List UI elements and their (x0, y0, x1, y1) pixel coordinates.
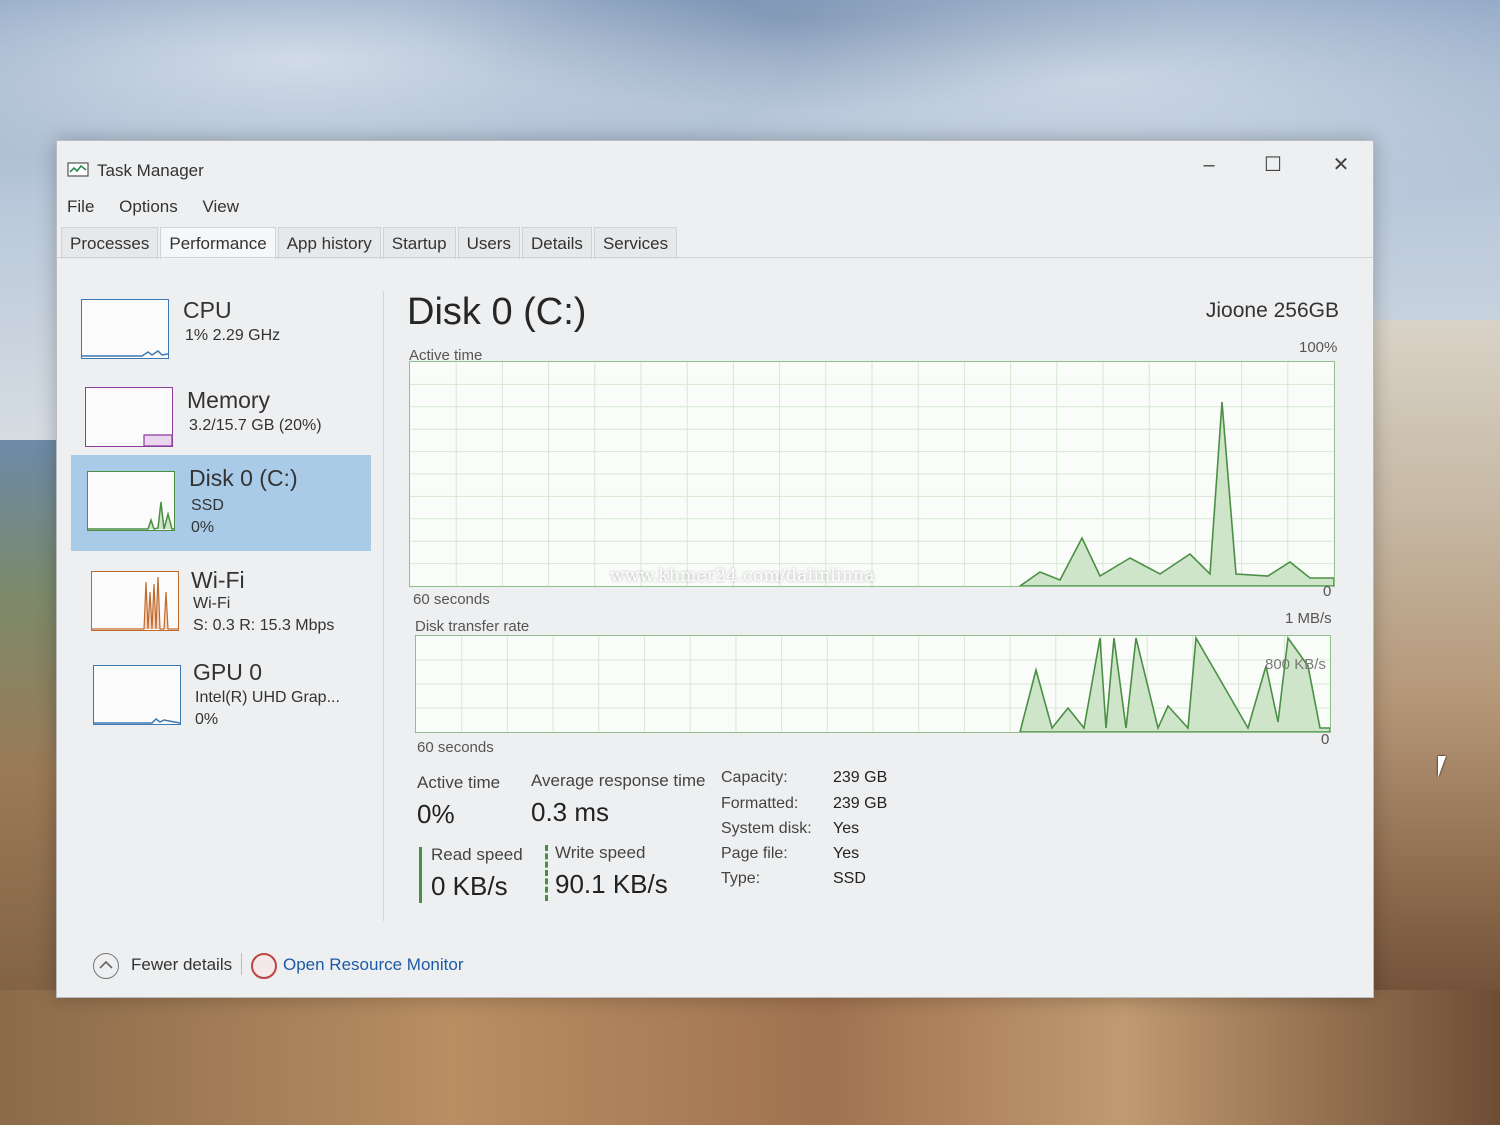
write-speed-indicator (545, 845, 548, 901)
tab-services[interactable]: Services (593, 227, 678, 259)
system-disk-label: System disk: (721, 820, 812, 837)
disk-model: Jioone 256GB (1205, 299, 1339, 322)
chevron-up-icon[interactable] (93, 953, 119, 979)
avg-response-stat-value: 0.3 ms (531, 797, 610, 827)
background-right (1360, 320, 1500, 1020)
resource-monitor-icon[interactable] (251, 953, 277, 979)
sidebar-item-usage: 0% (191, 519, 215, 536)
menu-bar: File Options View (67, 197, 259, 217)
read-speed-value: 0 KB/s (431, 871, 508, 901)
cpu-thumbnail-graph (81, 299, 169, 359)
task-manager-icon (67, 162, 89, 177)
minimize-button[interactable]: – (1179, 147, 1239, 183)
memory-thumbnail-graph (85, 387, 173, 447)
capacity-label: Capacity: (721, 769, 788, 786)
active-time-min-label: 0 (1323, 583, 1332, 600)
tab-divider (57, 257, 1373, 258)
sidebar-item-name: Disk 0 (C:) (189, 465, 298, 491)
sidebar-item-name: CPU (183, 297, 232, 323)
avg-response-stat-label: Average response time (531, 771, 706, 790)
watermark-text: www.khmer24.com/dalinlinna (610, 566, 875, 586)
disk-thumbnail-graph (87, 471, 175, 531)
page-file-label: Page file: (721, 845, 788, 862)
type-value: SSD (833, 870, 866, 887)
transfer-rate-span-label: 60 seconds (417, 739, 494, 756)
transfer-rate-max-label: 1 MB/s (1285, 610, 1332, 627)
formatted-value: 239 GB (833, 795, 888, 812)
sidebar-item-detail: SSD (191, 497, 224, 514)
read-speed-label: Read speed (431, 845, 523, 864)
title-bar[interactable]: Task Manager – ☐ ✕ (57, 141, 1373, 185)
active-time-stat-label: Active time (417, 773, 501, 792)
sidebar-divider (383, 291, 384, 921)
system-disk-value: Yes (833, 820, 860, 837)
transfer-rate-graph (415, 635, 1331, 733)
resource-sidebar: CPU 1% 2.29 GHz Memory 3.2/15.7 GB (20%)… (71, 277, 371, 937)
transfer-rate-min-label: 0 (1321, 731, 1330, 748)
sidebar-item-name: Memory (187, 387, 271, 413)
write-speed-label: Write speed (555, 843, 646, 862)
open-resource-monitor-link[interactable]: Open Resource Monitor (283, 955, 463, 975)
sidebar-item-cpu[interactable]: CPU 1% 2.29 GHz (71, 287, 371, 377)
type-label: Type: (721, 870, 761, 887)
sidebar-item-detail: Intel(R) UHD Grap... (195, 689, 340, 706)
tab-startup[interactable]: Startup (382, 227, 456, 259)
menu-view[interactable]: View (202, 197, 239, 216)
sidebar-item-memory[interactable]: Memory 3.2/15.7 GB (20%) (71, 375, 371, 465)
close-button[interactable]: ✕ (1311, 147, 1371, 183)
page-title: Disk 0 (C:) (407, 291, 587, 333)
tab-bar: Processes Performance App history Startu… (61, 227, 679, 259)
mouse-cursor-icon (1438, 756, 1446, 778)
tab-app-history[interactable]: App history (277, 227, 381, 259)
background-rock (0, 990, 1500, 1125)
tab-details[interactable]: Details (521, 227, 592, 259)
write-speed-value: 90.1 KB/s (555, 869, 668, 899)
sidebar-item-gpu-0[interactable]: GPU 0 Intel(R) UHD Grap... 0% (71, 653, 371, 743)
page-file-value: Yes (833, 845, 860, 862)
sidebar-item-wifi[interactable]: Wi-Fi Wi-Fi S: 0.3 R: 15.3 Mbps (71, 559, 371, 649)
gpu-thumbnail-graph (93, 665, 181, 725)
menu-file[interactable]: File (67, 197, 94, 216)
tab-processes[interactable]: Processes (61, 227, 159, 259)
maximize-icon: ☐ (1264, 154, 1282, 176)
capacity-value: 239 GB (833, 769, 888, 786)
active-time-max-label: 100% (1299, 339, 1338, 356)
active-time-span-label: 60 seconds (413, 591, 490, 608)
active-time-stat-value: 0% (417, 799, 455, 829)
sidebar-item-detail: Wi-Fi (193, 595, 231, 612)
transfer-rate-mid-label: 800 KB/s (1265, 656, 1326, 673)
sidebar-item-detail: 3.2/15.7 GB (20%) (189, 417, 322, 434)
sidebar-item-name: Wi-Fi (191, 567, 245, 593)
wifi-thumbnail-graph (91, 571, 179, 631)
sidebar-item-name: GPU 0 (193, 659, 263, 685)
fewer-details-link[interactable]: Fewer details (131, 955, 232, 975)
read-speed-indicator (419, 847, 422, 903)
sidebar-item-throughput: S: 0.3 R: 15.3 Mbps (193, 617, 335, 634)
tab-performance[interactable]: Performance (160, 227, 276, 259)
active-time-graph (409, 361, 1335, 587)
tab-users[interactable]: Users (457, 227, 520, 259)
sidebar-item-usage: 0% (195, 711, 219, 728)
close-icon: ✕ (1332, 154, 1350, 176)
menu-options[interactable]: Options (119, 197, 178, 216)
minimize-icon: – (1203, 154, 1215, 176)
maximize-button[interactable]: ☐ (1243, 147, 1303, 183)
sidebar-item-disk-0[interactable]: Disk 0 (C:) SSD 0% (71, 455, 371, 551)
footer-separator (241, 953, 242, 975)
transfer-rate-trace (1019, 636, 1330, 732)
sidebar-item-detail: 1% 2.29 GHz (185, 327, 281, 344)
formatted-label: Formatted: (721, 795, 799, 812)
window-title: Task Manager (97, 161, 204, 180)
transfer-rate-graph-label: Disk transfer rate (415, 618, 530, 635)
